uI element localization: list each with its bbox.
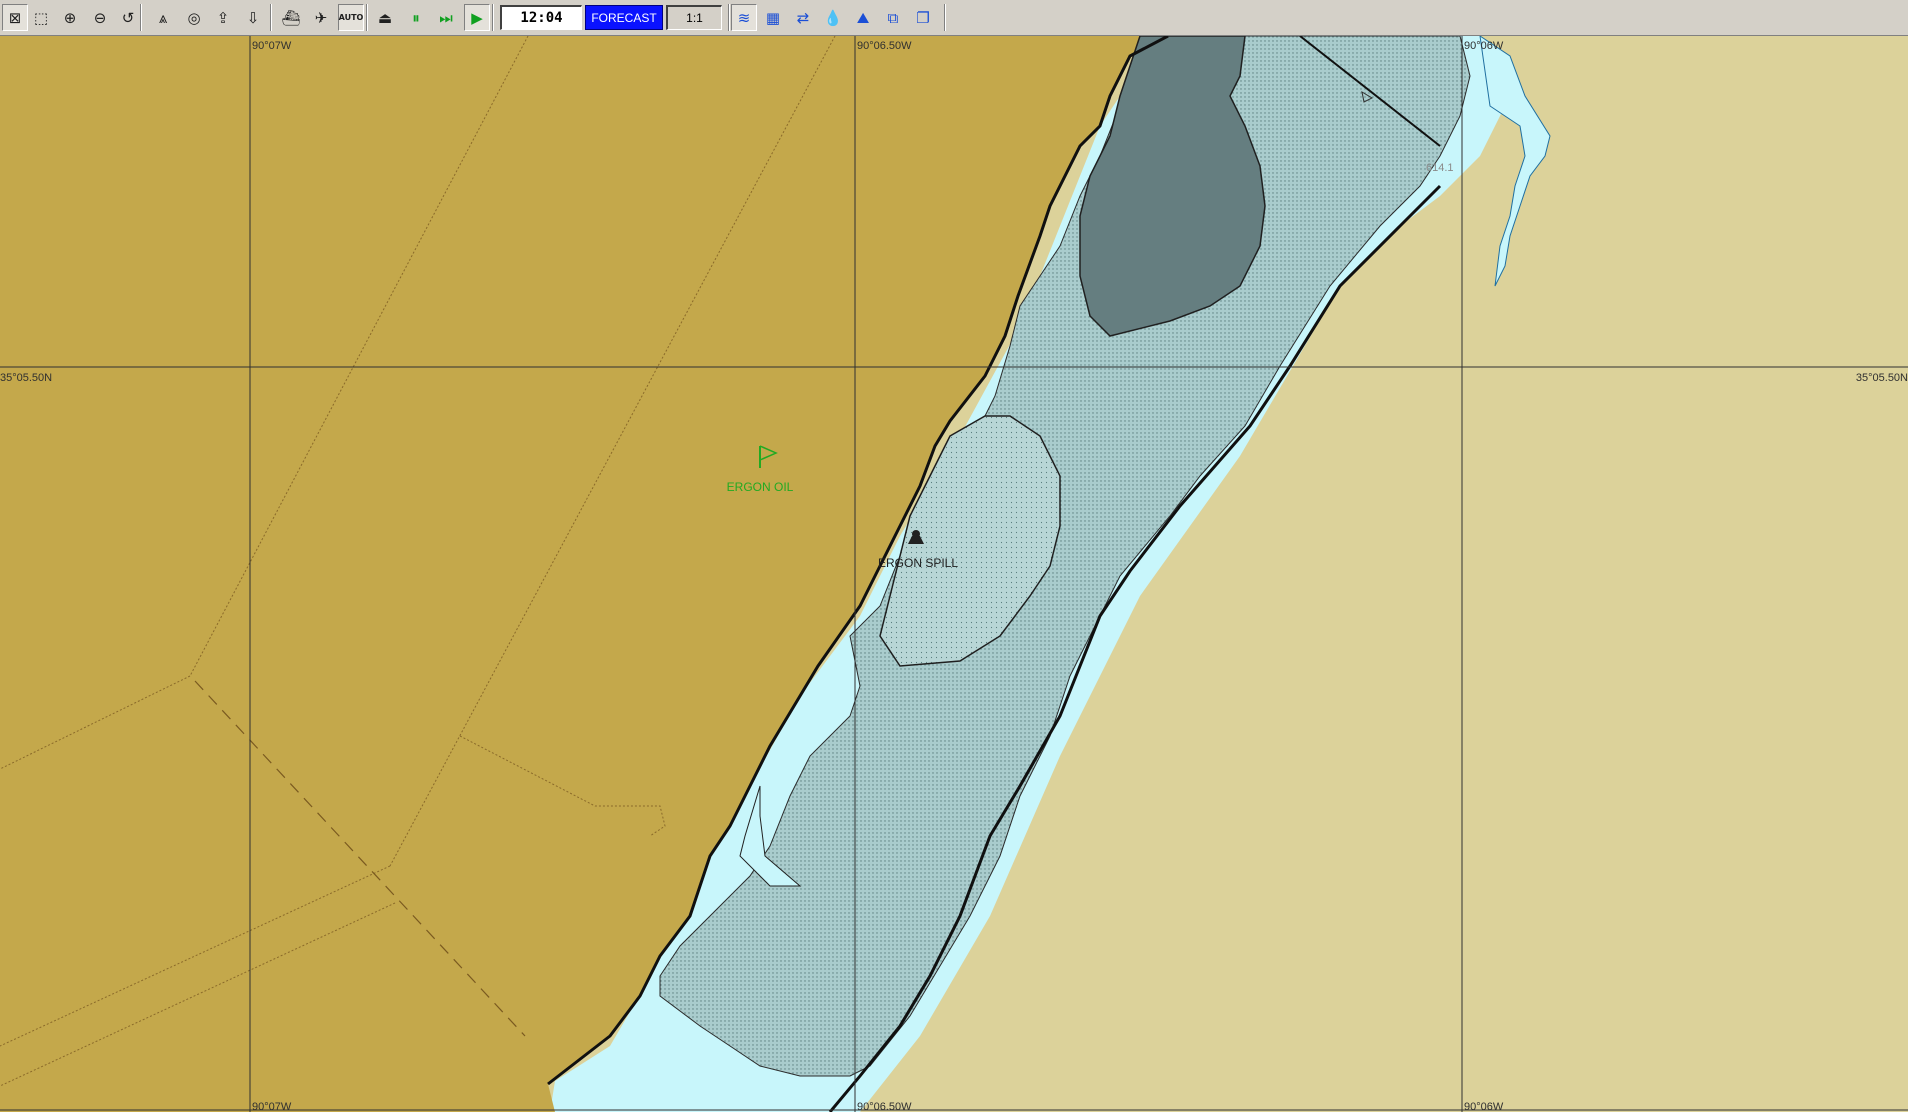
zoom-in-icon[interactable]: ⊕: [57, 4, 83, 31]
lon-label-top-3: 90°06W: [1464, 40, 1504, 52]
forecast-button[interactable]: FORECAST: [585, 5, 663, 30]
lon-label-bottom-2: 90°06.50W: [857, 1101, 912, 1112]
lon-label-top-1: 90°07W: [252, 40, 292, 52]
lon-label-bottom-3: 90°06W: [1464, 1101, 1504, 1112]
target-icon[interactable]: ◎: [181, 4, 207, 31]
pause-icon[interactable]: ⏸: [403, 4, 429, 31]
spill-label: ERGON SPILL: [878, 556, 958, 570]
select-tool-icon[interactable]: ⬚: [28, 4, 54, 31]
lat-label-left: 35°05.50N: [0, 372, 52, 384]
toolbar-separator: [728, 4, 730, 31]
currents-icon[interactable]: ⇄: [790, 4, 816, 31]
lon-label-bottom-1: 90°07W: [252, 1101, 292, 1112]
zoom-out-icon[interactable]: ⊖: [87, 4, 113, 31]
time-display[interactable]: 12:04: [500, 5, 582, 30]
chart-map[interactable]: 90°07W 90°06.50W 90°06W 90°07W 90°06.50W…: [0, 36, 1908, 1112]
depth-marker-label: 614.1: [1426, 162, 1454, 174]
lon-label-top-2: 90°06.50W: [857, 40, 912, 52]
droplets-icon[interactable]: 💧: [820, 4, 846, 31]
draw-tool-icon[interactable]: ⩓: [150, 4, 176, 31]
vessel-icon[interactable]: ⛴: [278, 4, 304, 31]
stop-icon[interactable]: ⏏: [372, 4, 398, 31]
copy-icon[interactable]: ⧉: [880, 4, 906, 31]
toolbar-separator: [270, 4, 272, 31]
auto-icon[interactable]: AUTO: [338, 4, 364, 31]
import-icon[interactable]: ⇩: [240, 4, 266, 31]
pan-tool-icon[interactable]: ⊠: [2, 4, 28, 31]
aircraft-icon[interactable]: ✈: [308, 4, 334, 31]
flag-label: ERGON OIL: [727, 480, 794, 494]
toolbar: ⊠ ⬚ ⊕ ⊖ ↺ ⩓ ◎ ⇪ ⇩ ⛴ ✈ AUTO ⏏ ⏸ ⏭ ▶ 12:04 FORECAST 1:1 ≋…: [0, 0, 1908, 36]
scale-display[interactable]: 1:1: [666, 5, 722, 30]
toolbar-separator: [492, 4, 494, 31]
toolbar-separator: [140, 4, 142, 31]
play-icon[interactable]: ▶: [464, 4, 490, 31]
grid-icon[interactable]: ▦: [760, 4, 786, 31]
shoreline-icon[interactable]: ⛰: [850, 4, 876, 31]
windows-icon[interactable]: ❐: [910, 4, 936, 31]
fast-forward-icon[interactable]: ⏭: [433, 4, 459, 31]
lat-label-right: 35°05.50N: [1856, 372, 1908, 384]
undo-icon[interactable]: ↺: [115, 4, 141, 31]
export-icon[interactable]: ⇪: [210, 4, 236, 31]
toolbar-separator: [366, 4, 368, 31]
toolbar-separator: [944, 4, 946, 31]
wind-icon[interactable]: ≋: [731, 4, 757, 31]
